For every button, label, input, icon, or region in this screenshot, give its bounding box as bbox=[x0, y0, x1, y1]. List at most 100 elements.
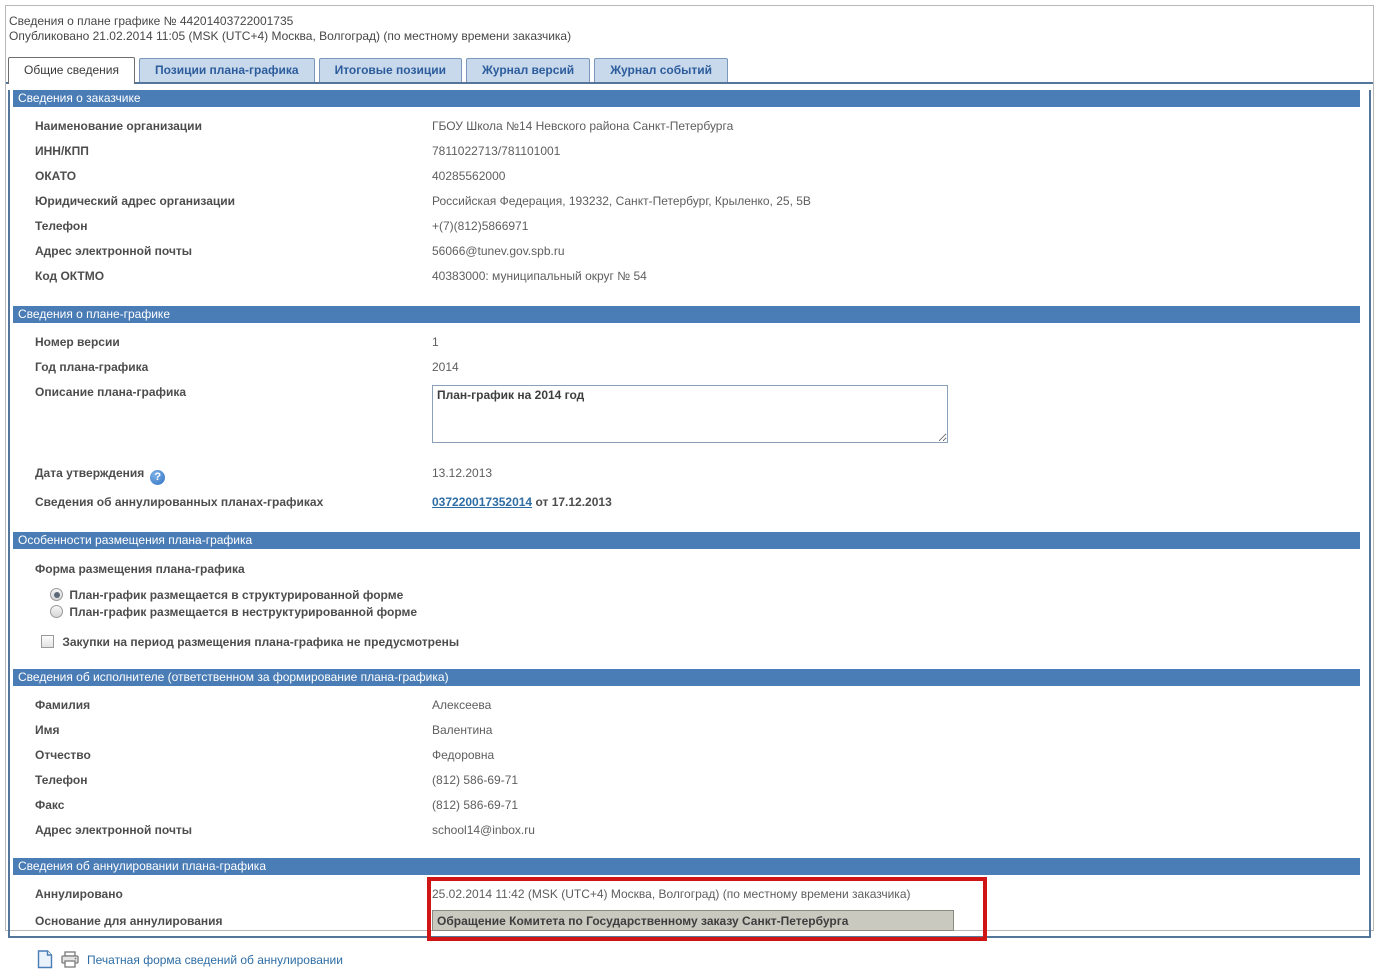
section-header-customer: Сведения о заказчике bbox=[13, 90, 1360, 107]
field-label: Отчество bbox=[35, 748, 91, 762]
field-label-text: Дата утверждения bbox=[35, 466, 145, 480]
page-header: Сведения о плане графике № 4420140372200… bbox=[6, 6, 1373, 44]
annulment-reason-input[interactable] bbox=[432, 910, 954, 931]
field-label: Наименование организации bbox=[35, 119, 202, 133]
section-header-annulment: Сведения об аннулировании плана-графика bbox=[13, 858, 1360, 875]
field-value: 25.02.2014 11:42 (MSK (UTC+4) Москва, Во… bbox=[432, 887, 911, 901]
printer-icon[interactable] bbox=[60, 950, 80, 969]
field-label: ОКАТО bbox=[35, 169, 77, 183]
field-value: 56066@tunev.gov.spb.ru bbox=[432, 244, 565, 258]
annulled-plan-link[interactable]: 037220017352014 bbox=[432, 495, 532, 509]
plan-description-textarea[interactable]: План-график на 2014 год bbox=[432, 385, 948, 443]
row-first-name: Имя Валентина bbox=[10, 718, 1369, 743]
field-label: Адрес электронной почты bbox=[35, 244, 193, 258]
field-value: 2014 bbox=[432, 360, 459, 374]
row-plan-description: Описание плана-графика План-график на 20… bbox=[10, 380, 1369, 452]
field-value: Валентина bbox=[432, 723, 493, 737]
row-plan-year: Год плана-графика 2014 bbox=[10, 355, 1369, 380]
field-value: Российская Федерация, 193232, Санкт-Пете… bbox=[432, 194, 811, 208]
field-value: Федоровна bbox=[432, 748, 495, 762]
field-label: Фамилия bbox=[35, 698, 91, 712]
row-last-name: Фамилия Алексеева bbox=[10, 693, 1369, 718]
field-value: +(7)(812)5866971 bbox=[432, 219, 529, 233]
field-label: Телефон bbox=[35, 219, 88, 233]
field-value: 037220017352014 от 17.12.2013 bbox=[432, 495, 612, 510]
field-label: Сведения об аннулированных планах-график… bbox=[35, 495, 324, 509]
field-label: Адрес электронной почты bbox=[35, 823, 193, 837]
print-form-row: Печатная форма сведений об аннулировании bbox=[10, 936, 1369, 969]
tab-content-panel: Сведения о заказчике Наименование органи… bbox=[8, 90, 1371, 969]
row-version-number: Номер версии 1 bbox=[10, 330, 1369, 355]
row-annulled-date: Аннулировано 25.02.2014 11:42 (MSK (UTC+… bbox=[10, 882, 1369, 907]
field-value: 40285562000 bbox=[432, 169, 506, 183]
row-oktmo: Код ОКТМО 40383000: муниципальный округ … bbox=[10, 264, 1369, 300]
field-label: Код ОКТМО bbox=[35, 269, 105, 283]
radio-label-unstructured: План-график размещается в неструктуриров… bbox=[69, 605, 418, 619]
radio-unstructured-form[interactable] bbox=[50, 605, 63, 618]
field-label: Юридический адрес организации bbox=[35, 194, 236, 208]
row-okato: ОКАТО 40285562000 bbox=[10, 164, 1369, 189]
radio-structured-form[interactable] bbox=[50, 588, 63, 601]
field-value: (812) 586-69-71 bbox=[432, 798, 519, 812]
annulled-plan-date: от 17.12.2013 bbox=[535, 495, 612, 509]
section-customer: Сведения о заказчике Наименование органи… bbox=[10, 90, 1369, 300]
field-label: Номер версии bbox=[35, 335, 120, 349]
page-title: Сведения о плане графике № 4420140372200… bbox=[9, 14, 294, 28]
field-value: school14@inbox.ru bbox=[432, 823, 535, 837]
section-placement-features: Особенности размещения плана-графика Фор… bbox=[10, 532, 1369, 663]
row-middle-name: Отчество Федоровна bbox=[10, 743, 1369, 768]
field-label: Основание для аннулирования bbox=[35, 914, 223, 928]
placement-form-label: Форма размещения плана-графика bbox=[35, 562, 245, 576]
field-value: 7811022713/781101001 bbox=[432, 144, 561, 158]
radio-option-unstructured[interactable]: План-график размещается в неструктуриров… bbox=[10, 604, 1369, 621]
field-label: Имя bbox=[35, 723, 60, 737]
row-approval-date: Дата утверждения 13.12.2013 bbox=[10, 452, 1369, 490]
field-label: ИНН/КПП bbox=[35, 144, 89, 158]
section-plan-graph: Сведения о плане-графике Номер версии 1 … bbox=[10, 306, 1369, 526]
tab-bar: Общие сведения Позиции плана-графика Ито… bbox=[6, 44, 1373, 84]
field-value: 1 bbox=[432, 335, 439, 349]
row-org-name: Наименование организации ГБОУ Школа №14 … bbox=[10, 114, 1369, 139]
print-form-link[interactable]: Печатная форма сведений об аннулировании bbox=[87, 953, 343, 967]
field-value: План-график на 2014 год bbox=[432, 385, 948, 447]
section-executor: Сведения об исполнителе (ответственном з… bbox=[10, 669, 1369, 852]
radio-option-structured[interactable]: План-график размещается в структурирован… bbox=[10, 580, 1369, 604]
page-frame: Сведения о плане графике № 4420140372200… bbox=[5, 5, 1374, 969]
field-value: 13.12.2013 bbox=[432, 466, 493, 480]
radio-label-structured: План-график размещается в структурирован… bbox=[69, 588, 404, 602]
field-value: ГБОУ Школа №14 Невского района Санкт-Пет… bbox=[432, 119, 734, 133]
tab-event-log[interactable]: Журнал событий bbox=[594, 58, 729, 82]
row-phone: Телефон +(7)(812)5866971 bbox=[10, 214, 1369, 239]
tab-general-info[interactable]: Общие сведения bbox=[8, 57, 135, 84]
field-value: Алексеева bbox=[432, 698, 492, 712]
row-annulled-plans: Сведения об аннулированных планах-график… bbox=[10, 490, 1369, 526]
field-value: (812) 586-69-71 bbox=[432, 773, 519, 787]
row-annulment-reason: Основание для аннулирования bbox=[10, 907, 1369, 936]
document-icon[interactable] bbox=[37, 950, 53, 969]
field-label: Год плана-графика bbox=[35, 360, 149, 374]
section-header-plan-graph: Сведения о плане-графике bbox=[13, 306, 1360, 323]
checkbox-option-no-purchases[interactable]: Закупки на период размещения плана-графи… bbox=[10, 621, 1369, 663]
checkbox-label-no-purchases: Закупки на период размещения плана-графи… bbox=[62, 635, 460, 649]
field-label: Дата утверждения bbox=[35, 466, 432, 485]
field-value: 40383000: муниципальный округ № 54 bbox=[432, 269, 647, 283]
row-fax: Факс (812) 586-69-71 bbox=[10, 793, 1369, 818]
published-timestamp: Опубликовано 21.02.2014 11:05 (MSK (UTC+… bbox=[9, 29, 572, 43]
section-annulment: Сведения об аннулировании плана-графика … bbox=[10, 858, 1369, 969]
field-label: Аннулировано bbox=[35, 887, 123, 901]
row-legal-address: Юридический адрес организации Российская… bbox=[10, 189, 1369, 214]
tab-total-positions[interactable]: Итоговые позиции bbox=[318, 58, 462, 82]
section-header-executor: Сведения об исполнителе (ответственном з… bbox=[13, 669, 1360, 686]
checkbox-no-purchases[interactable] bbox=[41, 635, 54, 648]
section-header-placement: Особенности размещения плана-графика bbox=[13, 532, 1360, 549]
field-label: Факс bbox=[35, 798, 65, 812]
field-label: Описание плана-графика bbox=[35, 385, 187, 399]
row-email: Адрес электронной почты 56066@tunev.gov.… bbox=[10, 239, 1369, 264]
row-inn-kpp: ИНН/КПП 7811022713/781101001 bbox=[10, 139, 1369, 164]
tab-plan-positions[interactable]: Позиции плана-графика bbox=[138, 58, 315, 82]
field-label: Телефон bbox=[35, 773, 88, 787]
help-icon[interactable] bbox=[150, 470, 166, 485]
row-executor-phone: Телефон (812) 586-69-71 bbox=[10, 768, 1369, 793]
tab-version-log[interactable]: Журнал версий bbox=[465, 58, 591, 82]
row-executor-email: Адрес электронной почты school14@inbox.r… bbox=[10, 818, 1369, 852]
